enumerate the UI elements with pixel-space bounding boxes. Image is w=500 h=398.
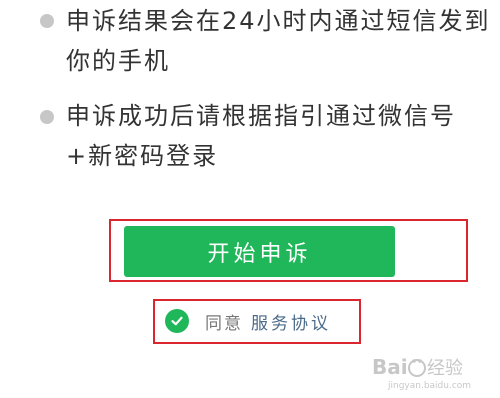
baidu-jingyan-watermark: Bai 经验 jingyan.baidu.com	[370, 352, 488, 392]
terms-of-service-link[interactable]: 服务协议	[251, 309, 331, 334]
checkmark-circle-icon[interactable]	[165, 309, 189, 333]
bullet-dot-icon	[40, 14, 54, 28]
note-text: 申诉成功后请根据指引通过微信号+新密码登录	[66, 102, 456, 170]
svg-text:经验: 经验	[427, 358, 463, 379]
agreement-row: 同意 服务协议	[165, 308, 331, 334]
bullet-dot-icon	[40, 110, 54, 124]
note-text: 申诉结果会在24小时内通过短信发到你的手机	[66, 7, 491, 75]
svg-text:Bai: Bai	[372, 355, 408, 379]
svg-text:jingyan.baidu.com: jingyan.baidu.com	[387, 381, 471, 391]
start-appeal-button[interactable]: 开始申诉	[124, 226, 395, 277]
agree-label: 同意	[205, 313, 243, 334]
